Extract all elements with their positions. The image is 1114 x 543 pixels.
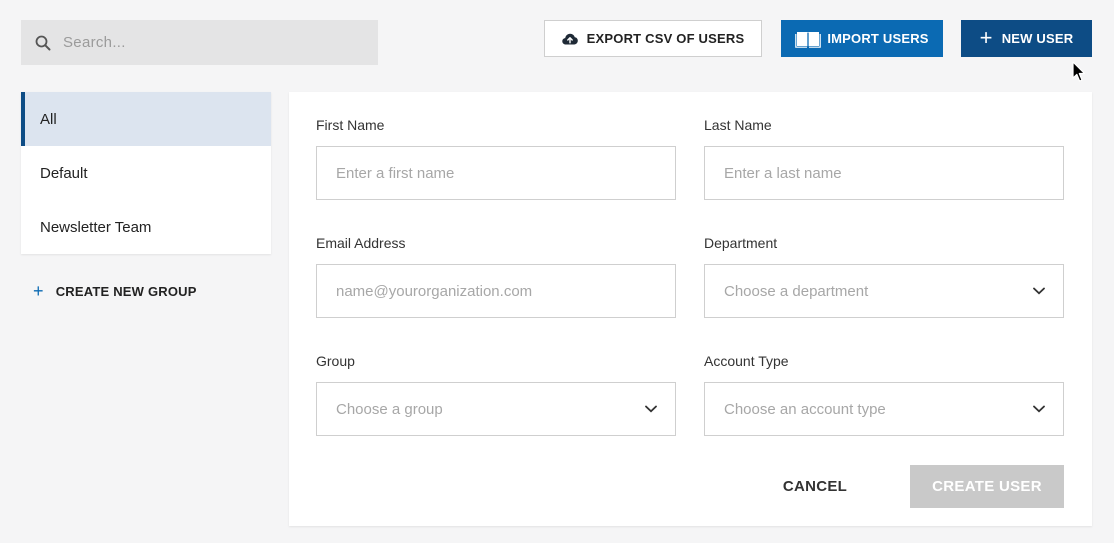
book-icon	[795, 31, 822, 48]
email-input[interactable]	[336, 265, 675, 317]
plus-icon: +	[33, 281, 44, 301]
first-name-label: First Name	[316, 117, 385, 133]
group-item-default[interactable]: Default	[21, 146, 271, 200]
group-item-newsletter-team[interactable]: Newsletter Team	[21, 200, 271, 254]
group-select-value: Choose a group	[336, 400, 443, 418]
department-select-value: Choose a department	[724, 282, 869, 300]
search-icon	[35, 35, 51, 50]
account-type-label: Account Type	[704, 353, 789, 369]
create-new-group-label: CREATE NEW GROUP	[55, 283, 197, 299]
last-name-label: Last Name	[704, 117, 772, 133]
cloud-upload-icon	[561, 33, 578, 44]
account-type-select-value: Choose an account type	[724, 400, 886, 418]
group-item-all[interactable]: All	[21, 92, 271, 146]
export-csv-button[interactable]: EXPORT CSV OF USERS	[544, 20, 762, 57]
import-users-label: IMPORT USERS	[827, 31, 929, 46]
create-user-button[interactable]: CREATE USER	[910, 465, 1064, 508]
group-label: Group	[316, 353, 355, 369]
mouse-cursor-icon	[1072, 61, 1086, 82]
cancel-button[interactable]: CANCEL	[765, 465, 865, 508]
group-select[interactable]: Choose a group	[316, 382, 676, 436]
chevron-down-icon	[1033, 287, 1045, 295]
new-user-label: NEW USER	[1001, 31, 1074, 46]
create-new-group-button[interactable]: + CREATE NEW GROUP	[33, 282, 197, 300]
email-field[interactable]	[316, 264, 676, 318]
groups-list: All Default Newsletter Team	[21, 92, 271, 254]
new-user-form: First Name Last Name Email Address Depar…	[289, 92, 1092, 526]
email-label: Email Address	[316, 235, 406, 251]
group-item-label: Newsletter Team	[40, 218, 152, 236]
search-bar[interactable]	[21, 20, 378, 65]
chevron-down-icon	[645, 405, 657, 413]
new-user-button[interactable]: + NEW USER	[961, 20, 1092, 57]
account-type-select[interactable]: Choose an account type	[704, 382, 1064, 436]
chevron-down-icon	[1033, 405, 1045, 413]
group-item-label: Default	[40, 164, 88, 182]
first-name-input[interactable]	[336, 147, 675, 199]
import-users-button[interactable]: IMPORT USERS	[781, 20, 943, 57]
last-name-input[interactable]	[724, 147, 1063, 199]
first-name-field[interactable]	[316, 146, 676, 200]
plus-icon: +	[979, 24, 993, 50]
group-item-label: All	[40, 110, 57, 128]
search-input[interactable]	[63, 20, 363, 65]
last-name-field[interactable]	[704, 146, 1064, 200]
department-select[interactable]: Choose a department	[704, 264, 1064, 318]
export-csv-label: EXPORT CSV OF USERS	[586, 31, 745, 46]
department-label: Department	[704, 235, 778, 251]
